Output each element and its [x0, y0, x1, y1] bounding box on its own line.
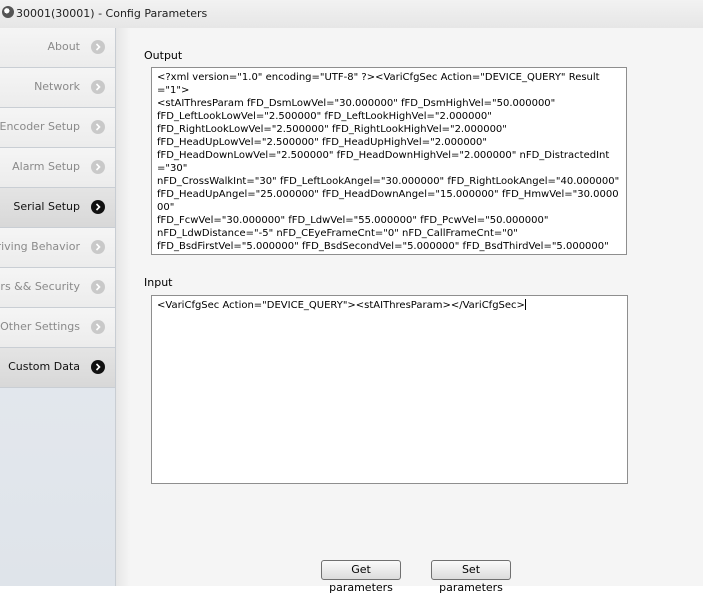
- sidebar-item-label: Network: [34, 80, 80, 93]
- sidebar-item-label: Custom Data: [8, 360, 80, 373]
- chevron-right-icon: [91, 80, 105, 94]
- input-label: Input: [144, 276, 173, 289]
- sidebar-item-label: Other Settings: [0, 320, 80, 333]
- chevron-right-icon: [91, 160, 105, 174]
- chevron-right-icon: [91, 360, 105, 374]
- input-text: <VariCfgSec Action="DEVICE_QUERY"><stAIT…: [157, 300, 525, 311]
- sidebar-item-other-settings[interactable]: Other Settings: [0, 308, 115, 348]
- chevron-right-icon: [91, 240, 105, 254]
- output-textarea[interactable]: <?xml version="1.0" encoding="UTF-8" ?><…: [151, 67, 627, 255]
- chevron-right-icon: [91, 200, 105, 214]
- main-panel: Output <?xml version="1.0" encoding="UTF…: [116, 28, 703, 594]
- set-parameters-button[interactable]: Set parameters: [431, 560, 511, 594]
- sidebar-item-label: Alarm Setup: [12, 160, 80, 173]
- sidebar-item-about[interactable]: About: [0, 28, 115, 68]
- title-bar: 30001(30001) - Config Parameters: [0, 0, 703, 29]
- chevron-right-icon: [91, 40, 105, 54]
- sidebar-item-alarm-setup[interactable]: Alarm Setup: [0, 148, 115, 188]
- sidebar-item-label: About: [47, 40, 80, 53]
- sidebar: About Network Encoder Setup Alarm Setup …: [0, 28, 116, 586]
- app-icon: [2, 6, 14, 18]
- chevron-right-icon: [91, 320, 105, 334]
- sidebar-item-serial-setup[interactable]: Serial Setup: [0, 188, 115, 228]
- output-label: Output: [144, 49, 183, 62]
- sidebar-item-label: Users && Security: [0, 280, 80, 293]
- sidebar-item-label: Driving Behavior: [0, 240, 80, 253]
- sidebar-item-network[interactable]: Network: [0, 68, 115, 108]
- input-textarea[interactable]: <VariCfgSec Action="DEVICE_QUERY"><stAIT…: [151, 295, 628, 484]
- chevron-right-icon: [91, 280, 105, 294]
- sidebar-item-custom-data[interactable]: Custom Data: [0, 348, 115, 388]
- sidebar-item-label: Serial Setup: [13, 200, 80, 213]
- get-parameters-button[interactable]: Get parameters: [321, 560, 401, 594]
- sidebar-item-label: Encoder Setup: [0, 120, 80, 133]
- sidebar-item-users-security[interactable]: Users && Security: [0, 268, 115, 308]
- window-title: 30001(30001) - Config Parameters: [16, 7, 208, 20]
- chevron-right-icon: [91, 120, 105, 134]
- sidebar-item-encoder-setup[interactable]: Encoder Setup: [0, 108, 115, 148]
- text-cursor: [524, 299, 526, 310]
- sidebar-item-driving-behavior[interactable]: Driving Behavior: [0, 228, 115, 268]
